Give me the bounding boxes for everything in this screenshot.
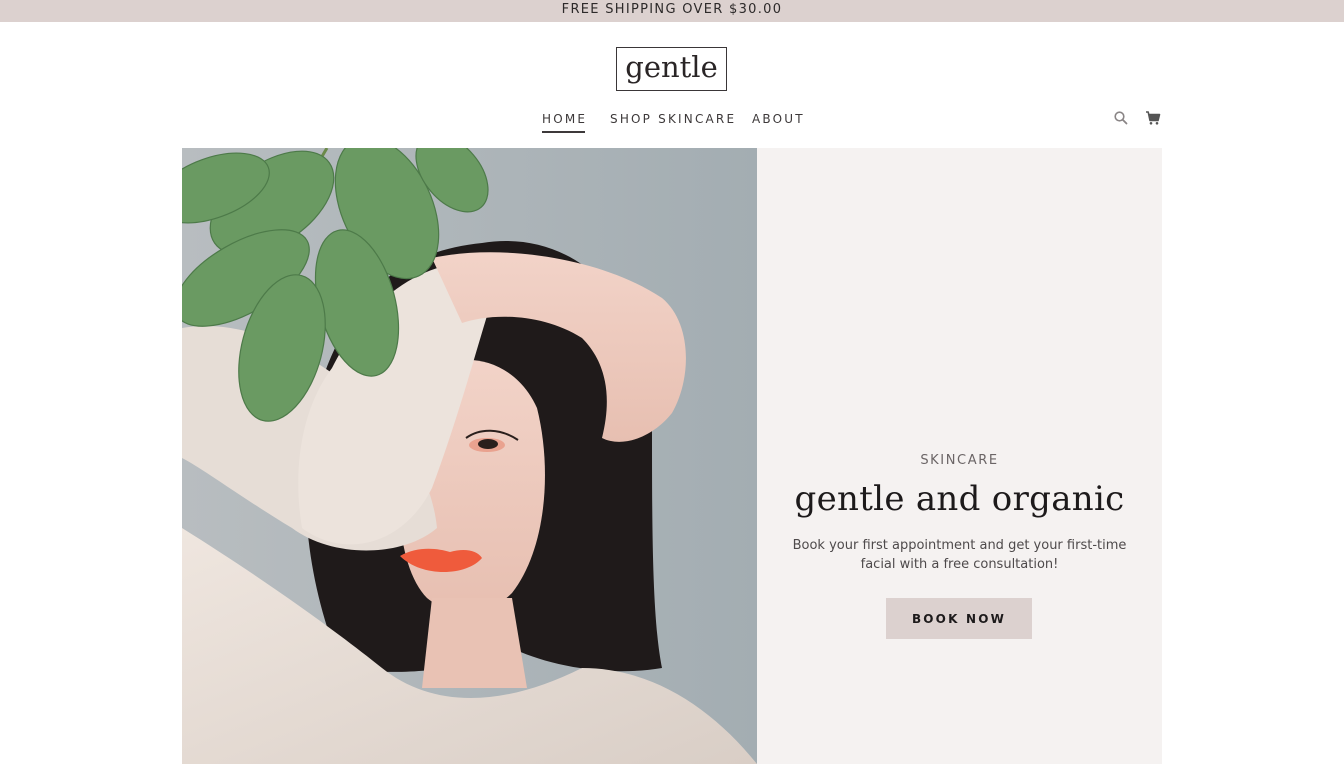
nav-about[interactable]: ABOUT [752, 111, 805, 127]
hero-subtext: Book your first appointment and get your… [792, 538, 1127, 572]
book-now-label: BOOK NOW [911, 611, 1007, 626]
hero-image [182, 148, 757, 764]
nav-shop-skincare[interactable]: SHOP SKINCARE [610, 111, 736, 127]
announcement-bar: FREE SHIPPING OVER $30.00 [0, 0, 1344, 22]
book-now-button[interactable]: BOOK NOW [886, 598, 1032, 639]
search-icon[interactable] [1113, 110, 1129, 126]
nav-home[interactable]: HOME [542, 111, 587, 133]
announcement-text: FREE SHIPPING OVER $30.00 [561, 2, 783, 17]
main-nav: HOME SHOP SKINCARE ABOUT [0, 111, 1344, 133]
site-logo[interactable]: gentle [616, 47, 727, 91]
cart-icon[interactable] [1145, 110, 1161, 126]
hero-eyebrow: SKINCARE [920, 453, 999, 468]
logo-text: gentle [625, 50, 718, 84]
hero-text-panel: SKINCARE gentle and organic Book your fi… [757, 148, 1162, 764]
hero-headline: gentle and organic [794, 479, 1125, 519]
